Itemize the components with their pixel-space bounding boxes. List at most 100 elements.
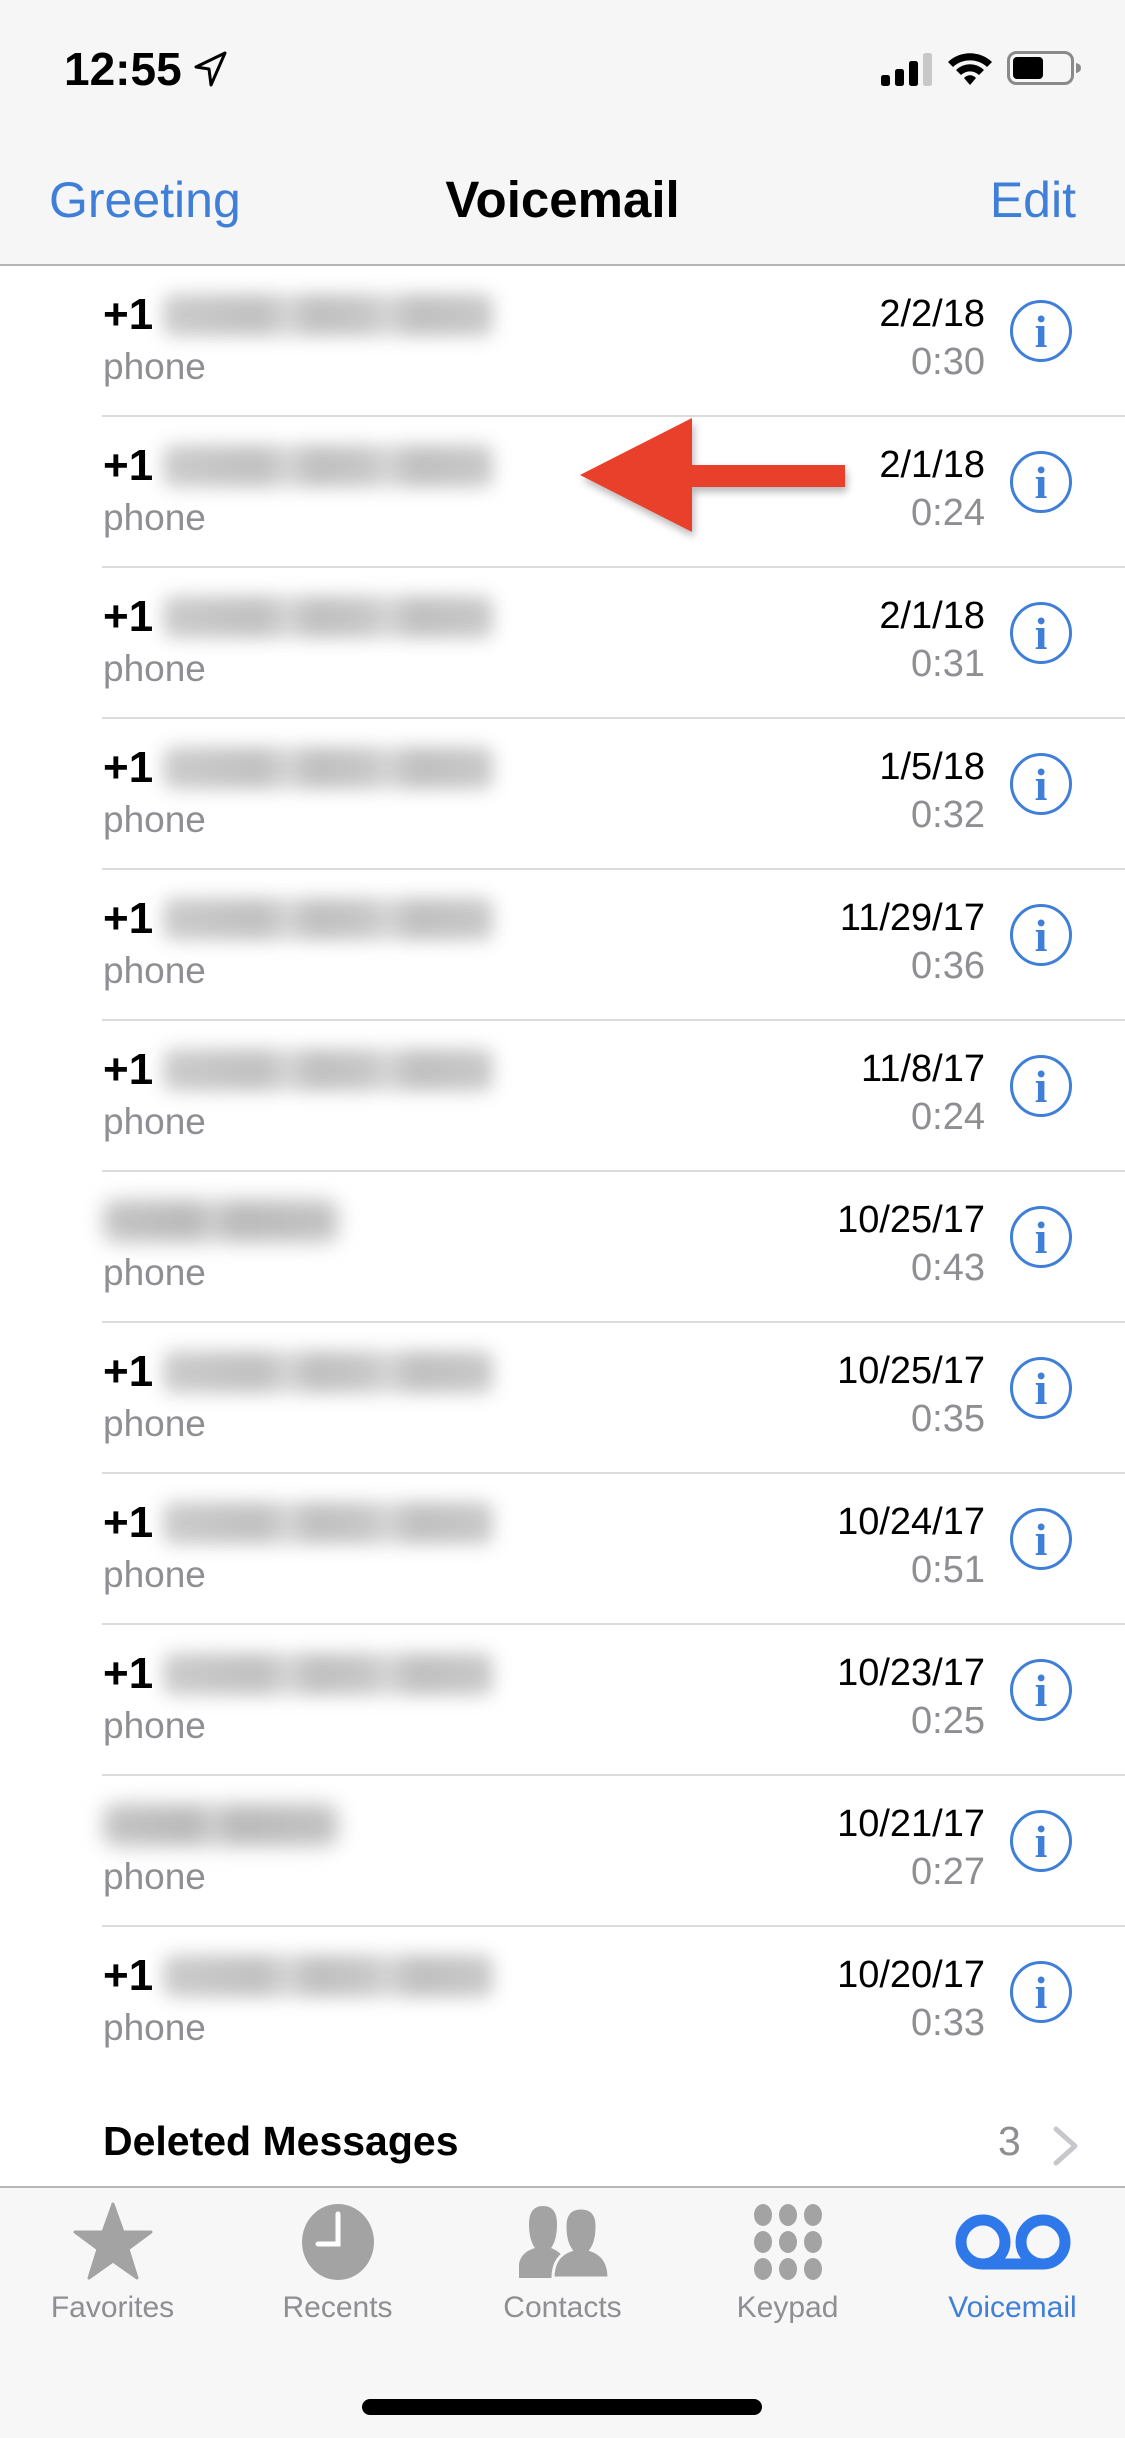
caller-label: phone	[103, 346, 206, 387]
info-icon: i	[1034, 1514, 1048, 1565]
redacted-caller-number	[163, 898, 494, 940]
keypad-icon	[753, 2204, 822, 2280]
info-button[interactable]: i	[1010, 1357, 1072, 1419]
info-button[interactable]: i	[1010, 451, 1072, 513]
info-icon: i	[1034, 759, 1048, 810]
tab-keypad[interactable]: Keypad	[675, 2188, 900, 2348]
caller-prefix: +1	[103, 441, 154, 490]
deleted-messages-row[interactable]: Deleted Messages 3	[0, 2100, 1125, 2186]
info-button[interactable]: i	[1010, 1508, 1072, 1570]
voicemail-date: 10/21/17	[837, 1803, 985, 1845]
caller-label: phone	[103, 1101, 206, 1142]
redacted-caller-number	[163, 1351, 494, 1393]
voicemail-row[interactable]: +1 phone 10/24/17 0:51 i	[0, 1474, 1125, 1625]
caller	[103, 1196, 338, 1246]
voicemail-row[interactable]: +1 phone 10/25/17 0:35 i	[0, 1323, 1125, 1474]
info-icon: i	[1034, 1363, 1048, 1414]
info-button[interactable]: i	[1010, 1961, 1072, 2023]
voicemail-date: 11/8/17	[861, 1048, 985, 1090]
redacted-caller-name	[103, 1804, 338, 1846]
tab-label: Keypad	[736, 2291, 839, 2324]
voicemail-date: 1/5/18	[879, 746, 985, 788]
info-icon: i	[1034, 1967, 1048, 2018]
status-time: 12:55	[64, 43, 182, 95]
voicemail-icon	[955, 2214, 1070, 2270]
wifi-icon	[948, 53, 992, 85]
voicemail-date: 10/23/17	[837, 1652, 985, 1694]
redacted-caller-number	[163, 1502, 494, 1544]
home-indicator[interactable]	[362, 2399, 762, 2415]
star-icon	[73, 2202, 152, 2280]
info-button[interactable]: i	[1010, 904, 1072, 966]
voicemail-row[interactable]: +1 phone 2/2/18 0:30 i	[0, 266, 1125, 417]
tab-favorites[interactable]: Favorites	[0, 2188, 225, 2348]
info-icon: i	[1034, 457, 1048, 508]
voicemail-duration: 0:30	[911, 341, 985, 383]
voicemail-row[interactable]: +1 phone 11/8/17 0:24 i	[0, 1021, 1125, 1172]
tab-label: Favorites	[50, 2291, 175, 2324]
redacted-caller-number	[163, 1955, 494, 1997]
redacted-caller-number	[163, 1653, 494, 1695]
caller: +1	[103, 1347, 494, 1397]
voicemail-date: 10/25/17	[837, 1350, 985, 1392]
caller: +1	[103, 1649, 494, 1699]
info-icon: i	[1034, 306, 1048, 357]
voicemail-row[interactable]: +1 phone 10/23/17 0:25 i	[0, 1625, 1125, 1776]
caller: +1	[103, 1951, 494, 2001]
tab-bar: Favorites Recents Contacts Keypad Voicem…	[0, 2186, 1125, 2438]
caller-prefix: +1	[103, 1498, 154, 1547]
caller-prefix: +1	[103, 1649, 154, 1698]
voicemail-date: 10/25/17	[837, 1199, 985, 1241]
voicemail-row[interactable]: +1 phone 10/20/17 0:33 i	[0, 1927, 1125, 2078]
info-button[interactable]: i	[1010, 1810, 1072, 1872]
cellular-signal-icon	[881, 53, 932, 86]
caller-label: phone	[103, 648, 206, 689]
tab-voicemail[interactable]: Voicemail	[900, 2188, 1125, 2348]
redacted-caller-number	[163, 747, 494, 789]
caller-prefix: +1	[103, 592, 154, 641]
voicemail-duration: 0:35	[911, 1398, 985, 1440]
voicemail-row[interactable]: phone 10/21/17 0:27 i	[0, 1776, 1125, 1927]
voicemail-date: 2/1/18	[879, 595, 985, 637]
edit-button[interactable]: Edit	[990, 170, 1076, 230]
greeting-button[interactable]: Greeting	[49, 170, 241, 230]
voicemail-row[interactable]: phone 10/25/17 0:43 i	[0, 1172, 1125, 1323]
caller-label: phone	[103, 2007, 206, 2048]
tab-contacts[interactable]: Contacts	[450, 2188, 675, 2348]
tab-label: Recents	[282, 2291, 393, 2324]
voicemail-date: 2/2/18	[879, 293, 985, 335]
info-button[interactable]: i	[1010, 1055, 1072, 1117]
tab-recents[interactable]: Recents	[225, 2188, 450, 2348]
tab-label: Contacts	[503, 2291, 622, 2324]
info-icon: i	[1034, 910, 1048, 961]
info-icon: i	[1034, 1061, 1048, 1112]
info-button[interactable]: i	[1010, 1206, 1072, 1268]
voicemail-date: 2/1/18	[879, 444, 985, 486]
info-button[interactable]: i	[1010, 602, 1072, 664]
info-icon: i	[1034, 1816, 1048, 1867]
caller-prefix: +1	[103, 894, 154, 943]
deleted-messages-count: 3	[998, 2118, 1021, 2164]
redacted-caller-name	[103, 1200, 338, 1242]
voicemail-row[interactable]: +1 phone 2/1/18 0:24 i	[0, 417, 1125, 568]
voicemail-row[interactable]: +1 phone 2/1/18 0:31 i	[0, 568, 1125, 719]
voicemail-date: 10/24/17	[837, 1501, 985, 1543]
caller-label: phone	[103, 497, 206, 538]
voicemail-duration: 0:24	[911, 1096, 985, 1138]
info-button[interactable]: i	[1010, 300, 1072, 362]
voicemail-row[interactable]: +1 phone 11/29/17 0:36 i	[0, 870, 1125, 1021]
caller-label: phone	[103, 1705, 206, 1746]
voicemail-row[interactable]: +1 phone 1/5/18 0:32 i	[0, 719, 1125, 870]
location-arrow-icon	[194, 51, 227, 87]
caller: +1	[103, 1498, 494, 1548]
caller-label: phone	[103, 1554, 206, 1595]
redacted-caller-number	[163, 596, 494, 638]
info-button[interactable]: i	[1010, 1659, 1072, 1721]
caller: +1	[103, 290, 494, 340]
voicemail-date: 11/29/17	[839, 897, 985, 939]
caller-label: phone	[103, 1856, 206, 1897]
caller: +1	[103, 743, 494, 793]
info-button[interactable]: i	[1010, 753, 1072, 815]
caller-label: phone	[103, 799, 206, 840]
caller	[103, 1800, 338, 1850]
